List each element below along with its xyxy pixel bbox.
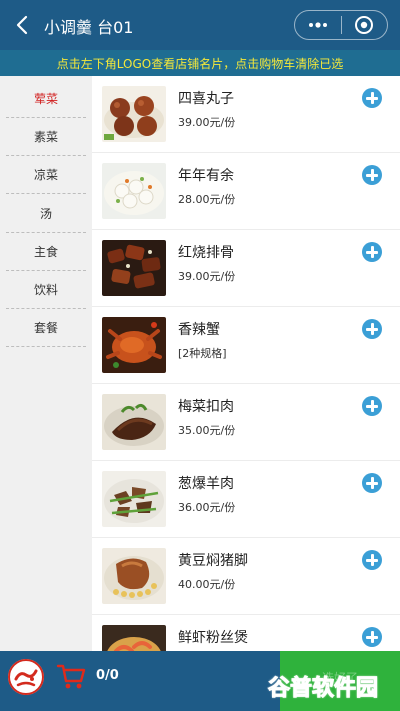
add-to-cart-button[interactable] (362, 165, 382, 185)
dish-name: 四喜丸子 (178, 91, 234, 107)
add-to-cart-button[interactable] (362, 396, 382, 416)
dish-photo (102, 240, 166, 296)
dish-photo (102, 548, 166, 604)
dish-price: 39.00元/份 (178, 116, 236, 129)
sidebar-item-label: 荤菜 (33, 91, 58, 106)
chevron-left-icon (16, 15, 28, 35)
notice-text: 点击左下角LOGO查看店铺名片，点击购物车清除已选 (56, 56, 344, 71)
dish-name: 黄豆焖猪脚 (178, 553, 248, 569)
sidebar-item-label: 凉菜 (33, 167, 58, 182)
more-button[interactable] (295, 11, 341, 39)
dish-item[interactable]: 香辣蟹 [2种规格] (92, 307, 400, 384)
add-to-cart-button[interactable] (362, 627, 382, 647)
dish-item[interactable]: 黄豆焖猪脚 40.00元/份 (92, 538, 400, 615)
dish-item[interactable]: 葱爆羊肉 36.00元/份 (92, 461, 400, 538)
dish-name: 葱爆羊肉 (178, 476, 234, 492)
page-title: 小调羹 台01 (44, 18, 134, 37)
dish-item[interactable]: 梅菜扣肉 35.00元/份 (92, 384, 400, 461)
dish-photo (102, 86, 166, 142)
dish-price: 28.00元/份 (178, 193, 236, 206)
dish-name: 红烧排骨 (178, 245, 234, 261)
dish-photo (102, 471, 166, 527)
dish-item[interactable]: 年年有余 28.00元/份 (92, 153, 400, 230)
dish-item[interactable]: 红烧排骨 39.00元/份 (92, 230, 400, 307)
mini-program-capsule (294, 10, 388, 40)
back-button[interactable] (8, 10, 36, 40)
add-to-cart-button[interactable] (362, 242, 382, 262)
add-to-cart-button[interactable] (362, 88, 382, 108)
dish-item[interactable]: 四喜丸子 39.00元/份 (92, 76, 400, 153)
dish-name: 年年有余 (178, 168, 234, 184)
cart-button[interactable] (56, 661, 86, 691)
cart-count: 0/0 (96, 668, 119, 683)
shop-logo-button[interactable] (8, 659, 44, 695)
dish-photo (102, 625, 166, 651)
watermark-text: 谷普软件园 (267, 676, 379, 702)
sidebar-item-label: 素菜 (33, 129, 58, 144)
dish-price: 36.00元/份 (178, 501, 236, 514)
dish-name: 香辣蟹 (178, 322, 220, 338)
shopping-cart-icon (56, 664, 86, 689)
add-to-cart-button[interactable] (362, 473, 382, 493)
dish-photo (102, 394, 166, 450)
dish-name: 鲜虾粉丝煲 (178, 630, 248, 646)
sidebar-item-cold-dish[interactable]: 凉菜 (6, 155, 86, 194)
sidebar-item-meat[interactable]: 荤菜 (6, 79, 86, 118)
close-button[interactable] (342, 11, 388, 39)
sidebar-item-vegetable[interactable]: 素菜 (6, 117, 86, 156)
category-sidebar: 荤菜 素菜 凉菜 汤 主食 饮料 套餐 (0, 76, 92, 651)
sidebar-item-label: 汤 (39, 206, 52, 221)
dish-name: 梅菜扣肉 (178, 399, 234, 415)
dish-item[interactable]: 鲜虾粉丝煲 (92, 615, 400, 651)
add-to-cart-button[interactable] (362, 319, 382, 339)
dish-price: 35.00元/份 (178, 424, 236, 437)
top-nav-bar: 小调羹 台01 (0, 0, 400, 50)
sidebar-item-staple[interactable]: 主食 (6, 232, 86, 271)
dish-price: 40.00元/份 (178, 578, 236, 591)
sidebar-item-drinks[interactable]: 饮料 (6, 270, 86, 309)
shop-logo-icon (8, 659, 44, 695)
dish-photo (102, 163, 166, 219)
dish-price: 39.00元/份 (178, 270, 236, 283)
sidebar-item-set-meal[interactable]: 套餐 (6, 308, 86, 347)
sidebar-item-label: 主食 (33, 244, 58, 259)
sidebar-item-soup[interactable]: 汤 (6, 194, 86, 233)
add-to-cart-button[interactable] (362, 550, 382, 570)
dish-spec: [2种规格] (178, 347, 227, 360)
dish-photo (102, 317, 166, 373)
sidebar-item-label: 饮料 (33, 282, 58, 297)
sidebar-item-label: 套餐 (33, 320, 58, 335)
more-dots-icon (308, 22, 327, 28)
target-circle-icon (355, 16, 374, 34)
notice-banner: 点击左下角LOGO查看店铺名片，点击购物车清除已选 (0, 50, 400, 76)
dish-list[interactable]: 四喜丸子 39.00元/份 年年有余 28.00元/份 红烧排骨 39.00元/… (92, 76, 400, 651)
